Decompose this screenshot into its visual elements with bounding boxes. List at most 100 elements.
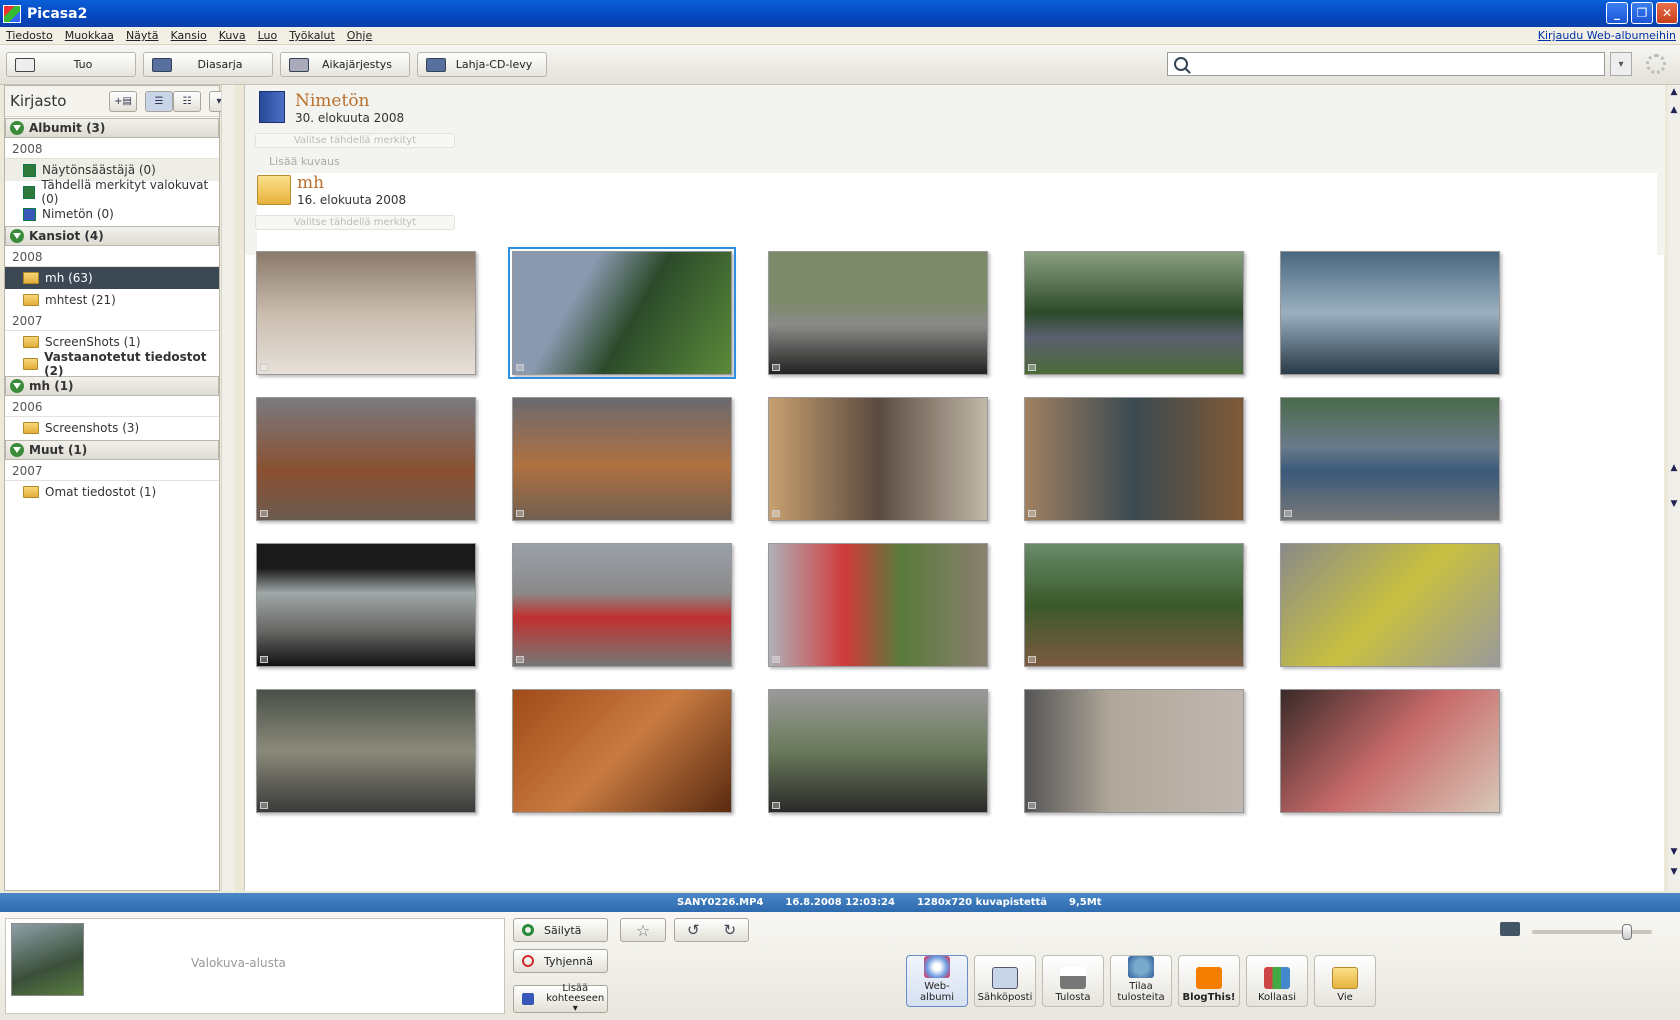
menu-bar: Tiedosto Muokkaa Näytä Kansio Kuva Luo T… [0,27,1680,45]
menu-tools[interactable]: Työkalut [283,29,341,42]
sidebar-scrollbar[interactable] [221,85,234,891]
folder-received-files[interactable]: Vastaanotetut tiedostot (2) [5,350,219,378]
title-bar: Picasa2 _ ❐ ✕ [0,0,1680,27]
group-albums[interactable]: Albumit (3) [5,118,219,138]
web-album-button[interactable]: Web-albumi [906,955,968,1007]
album-untitled[interactable]: Nimetön (0) [5,203,219,225]
slideshow-button[interactable]: Diasarja [143,52,273,77]
collapse-icon[interactable] [10,443,24,457]
select-starred-button[interactable]: Valitse tähdellä merkityt [255,215,455,230]
list-view-button[interactable]: ☰ [145,91,173,112]
tree-view-button[interactable]: ☷ [173,91,201,112]
photo-thumbnail[interactable] [508,247,736,379]
photo-thumbnail[interactable] [1024,251,1244,375]
group-other[interactable]: Muut (1) [5,440,219,460]
rotate-left-icon[interactable]: ↺ [687,921,700,939]
camera-icon [15,57,35,72]
folder-label: Omat tiedostot (1) [45,485,157,499]
collapse-icon[interactable] [10,121,24,135]
add-caption-link[interactable]: Lisää kuvaus [269,155,340,168]
video-icon [1028,802,1036,809]
library-title: Kirjasto [10,92,67,110]
photo-thumbnail[interactable] [512,397,732,521]
new-album-button[interactable]: +▤ [109,91,137,112]
print-button[interactable]: Tulosta [1042,955,1104,1007]
rotate-right-icon[interactable]: ↻ [723,921,736,939]
photo-thumbnail[interactable] [512,689,732,813]
add-to-button[interactable]: Lisää kohteeseen ▾ [513,984,608,1014]
collapse-icon[interactable] [10,229,24,243]
group-folders[interactable]: Kansiot (4) [5,226,219,246]
clear-button[interactable]: Tyhjennä [513,949,608,973]
photo-thumbnail[interactable] [256,689,476,813]
button-label: Tulosta [1055,992,1091,1003]
folder-mh[interactable]: mh (63) [5,267,219,289]
photo-thumbnail[interactable] [1024,689,1244,813]
photo-thumbnail[interactable] [768,251,988,375]
scroll-up-icon[interactable]: ▲ [1668,463,1680,477]
minimize-button[interactable]: _ [1606,2,1628,24]
zoom-slider-handle[interactable] [1622,924,1632,940]
menu-folder[interactable]: Kansio [164,29,212,42]
photo-thumbnail[interactable] [768,543,988,667]
order-prints-button[interactable]: Tilaa tulosteita [1110,955,1172,1007]
photo-thumbnail[interactable] [512,543,732,667]
photo-thumbnail[interactable] [256,543,476,667]
folder-title[interactable]: mh [297,173,406,193]
menu-edit[interactable]: Muokkaa [59,29,120,42]
album-title[interactable]: Nimetön [295,91,404,111]
folder-label: mhtest (21) [45,293,116,307]
close-button[interactable]: ✕ [1656,2,1678,24]
maximize-button[interactable]: ❐ [1631,2,1653,24]
scroll-down-icon[interactable]: ▼ [1668,847,1680,861]
rotate-buttons[interactable]: ↺ ↻ [674,918,749,942]
photo-thumbnail[interactable] [256,251,476,375]
blogthis-button[interactable]: BlogThis! [1178,955,1240,1007]
import-label: Tuo [73,58,93,71]
web-albums-login-link[interactable]: Kirjaudu Web-albumeihin [1538,29,1676,42]
zoom-slider[interactable] [1532,924,1652,940]
album-label: Nimetön (0) [42,207,114,221]
folder-mhtest[interactable]: mhtest (21) [5,289,219,311]
timeline-button[interactable]: Aikajärjestys [280,52,410,77]
photo-thumbnail[interactable] [1280,543,1500,667]
menu-picture[interactable]: Kuva [213,29,252,42]
collage-button[interactable]: Kollaasi [1246,955,1308,1007]
menu-help[interactable]: Ohje [341,29,378,42]
scroll-up-icon[interactable]: ▲ [1668,105,1680,119]
photo-thumbnail[interactable] [768,689,988,813]
group-mh[interactable]: mh (1) [5,376,219,396]
import-button[interactable]: Tuo [6,52,136,77]
album-starred[interactable]: Tähdellä merkityt valokuvat (0) [5,178,219,206]
star-button[interactable]: ☆ [620,918,666,942]
main-scrollbar[interactable]: ▲ ▲ ▲ ▼ ▼ ▼ [1668,85,1680,891]
gift-cd-button[interactable]: Lahja-CD-levy [417,52,547,77]
collapse-icon[interactable] [10,379,24,393]
menu-file[interactable]: Tiedosto [0,29,59,42]
photo-thumbnail[interactable] [256,397,476,521]
menu-create[interactable]: Luo [252,29,284,42]
folder-my-files[interactable]: Omat tiedostot (1) [5,481,219,503]
photo-thumbnail[interactable] [768,397,988,521]
button-label: tulosteita [1117,992,1165,1003]
hold-button[interactable]: Säilytä [513,918,608,942]
photo-thumbnail[interactable] [1280,397,1500,521]
scroll-down-icon[interactable]: ▼ [1668,867,1680,881]
search-options-button[interactable]: ▾ [1610,52,1632,76]
tray-thumbnail[interactable] [11,923,84,996]
photo-thumbnail[interactable] [1024,543,1244,667]
star-icon: ☆ [635,920,651,940]
photo-thumbnail[interactable] [1280,251,1500,375]
folder-screenshots-2006[interactable]: Screenshots (3) [5,417,219,439]
menu-view[interactable]: Näytä [120,29,165,42]
select-starred-button[interactable]: Valitse tähdellä merkityt [255,133,455,148]
email-button[interactable]: Sähköposti [974,955,1036,1007]
search-input[interactable] [1194,54,1604,74]
scroll-down-icon[interactable]: ▼ [1668,499,1680,513]
export-button[interactable]: Vie [1314,955,1376,1007]
year-label: 2006 [5,397,219,417]
scroll-up-icon[interactable]: ▲ [1668,87,1680,101]
photo-thumbnail[interactable] [1024,397,1244,521]
photo-thumbnail[interactable] [1280,689,1500,813]
folder-icon [23,272,39,284]
